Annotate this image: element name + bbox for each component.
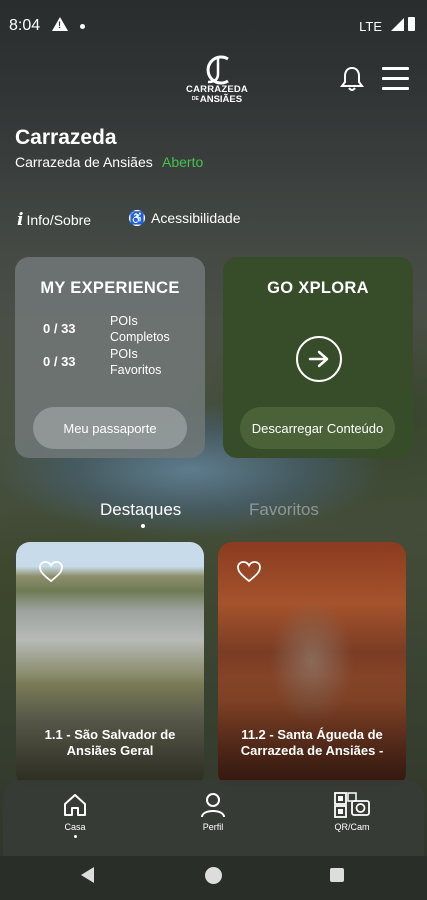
warning-icon: !	[52, 17, 68, 31]
app-logo: CARRAZEDA DEANSIÃES	[184, 52, 250, 106]
accessibility-link-label: Acessibilidade	[151, 210, 241, 226]
user-icon	[201, 793, 225, 818]
page-title: Carrazeda	[15, 126, 117, 149]
go-xplora-card[interactable]: GO XPLORA Descarregar Conteúdo	[223, 257, 413, 458]
my-experience-card: MY EXPERIENCE 0 / 33 POIs Completos 0 / …	[15, 257, 205, 458]
nav-casa[interactable]: Casa	[35, 792, 115, 838]
passport-button[interactable]: Meu passaporte	[33, 407, 187, 449]
pois-favorites-label: POIs Favoritos	[110, 347, 162, 377]
recent-apps-icon[interactable]	[330, 868, 344, 882]
nav-qr-label: QR/Cam	[334, 822, 370, 832]
nav-perfil-label: Perfil	[202, 822, 224, 832]
poi-title: 1.1 - São Salvador de Ansiães Geral	[44, 727, 176, 758]
my-experience-title: MY EXPERIENCE	[40, 279, 180, 297]
nav-active-dot	[73, 835, 77, 838]
tab-favorites[interactable]: Favoritos	[249, 500, 319, 520]
accessibility-link[interactable]: ♿ Acessibilidade	[129, 210, 241, 226]
network-type: LTE	[359, 19, 382, 34]
signal-icon	[391, 18, 404, 31]
poi-title: 11.2 - Santa Águeda de Carrazeda de Ansi…	[240, 727, 384, 758]
bottom-navigation: Casa Perfil QR/Cam	[3, 780, 424, 862]
go-xplora-title: GO XPLORA	[267, 279, 369, 297]
logo-text-line2: DEANSIÃES	[184, 94, 250, 105]
heart-icon[interactable]	[38, 560, 64, 584]
poi-card[interactable]: 1.1 - São Salvador de Ansiães Geral	[16, 542, 204, 787]
bell-icon[interactable]	[340, 65, 364, 93]
home-icon	[64, 794, 86, 816]
nav-qr-cam[interactable]: QR/Cam	[312, 792, 392, 832]
notification-dot-icon	[80, 24, 85, 29]
back-icon[interactable]	[81, 867, 94, 883]
battery-icon	[408, 17, 415, 31]
arrow-right-icon[interactable]	[296, 336, 342, 382]
place-subtitle: Carrazeda de Ansiães	[15, 154, 153, 170]
status-badge: Aberto	[162, 154, 204, 170]
pois-completed-value: 0 / 33	[43, 321, 76, 336]
info-icon: i	[17, 210, 24, 230]
qr-camera-icon	[334, 792, 370, 818]
status-bar: 8:04 ! LTE	[0, 0, 427, 52]
info-link-label: Info/Sobre	[26, 212, 92, 228]
poi-card[interactable]: 11.2 - Santa Águeda de Carrazeda de Ansi…	[218, 542, 406, 787]
system-navigation-bar	[0, 856, 427, 900]
home-button-icon[interactable]	[205, 867, 222, 884]
menu-icon[interactable]	[382, 67, 409, 91]
download-content-button[interactable]: Descarregar Conteúdo	[240, 407, 395, 449]
tab-highlights[interactable]: Destaques	[100, 500, 181, 520]
active-tab-indicator	[141, 524, 145, 528]
info-link[interactable]: i Info/Sobre	[17, 210, 91, 230]
logo-text-ansiaes: ANSIÃES	[199, 94, 243, 105]
status-time: 8:04	[9, 17, 41, 34]
accessibility-icon: ♿	[129, 210, 145, 226]
heart-icon[interactable]	[236, 560, 262, 584]
pois-favorites-value: 0 / 33	[43, 354, 76, 369]
nav-perfil[interactable]: Perfil	[173, 792, 253, 832]
pois-completed-label: POIs Completos	[110, 314, 170, 344]
logo-text-de: DE	[191, 96, 199, 103]
nav-casa-label: Casa	[64, 822, 86, 832]
logo-mark-icon	[206, 55, 229, 85]
